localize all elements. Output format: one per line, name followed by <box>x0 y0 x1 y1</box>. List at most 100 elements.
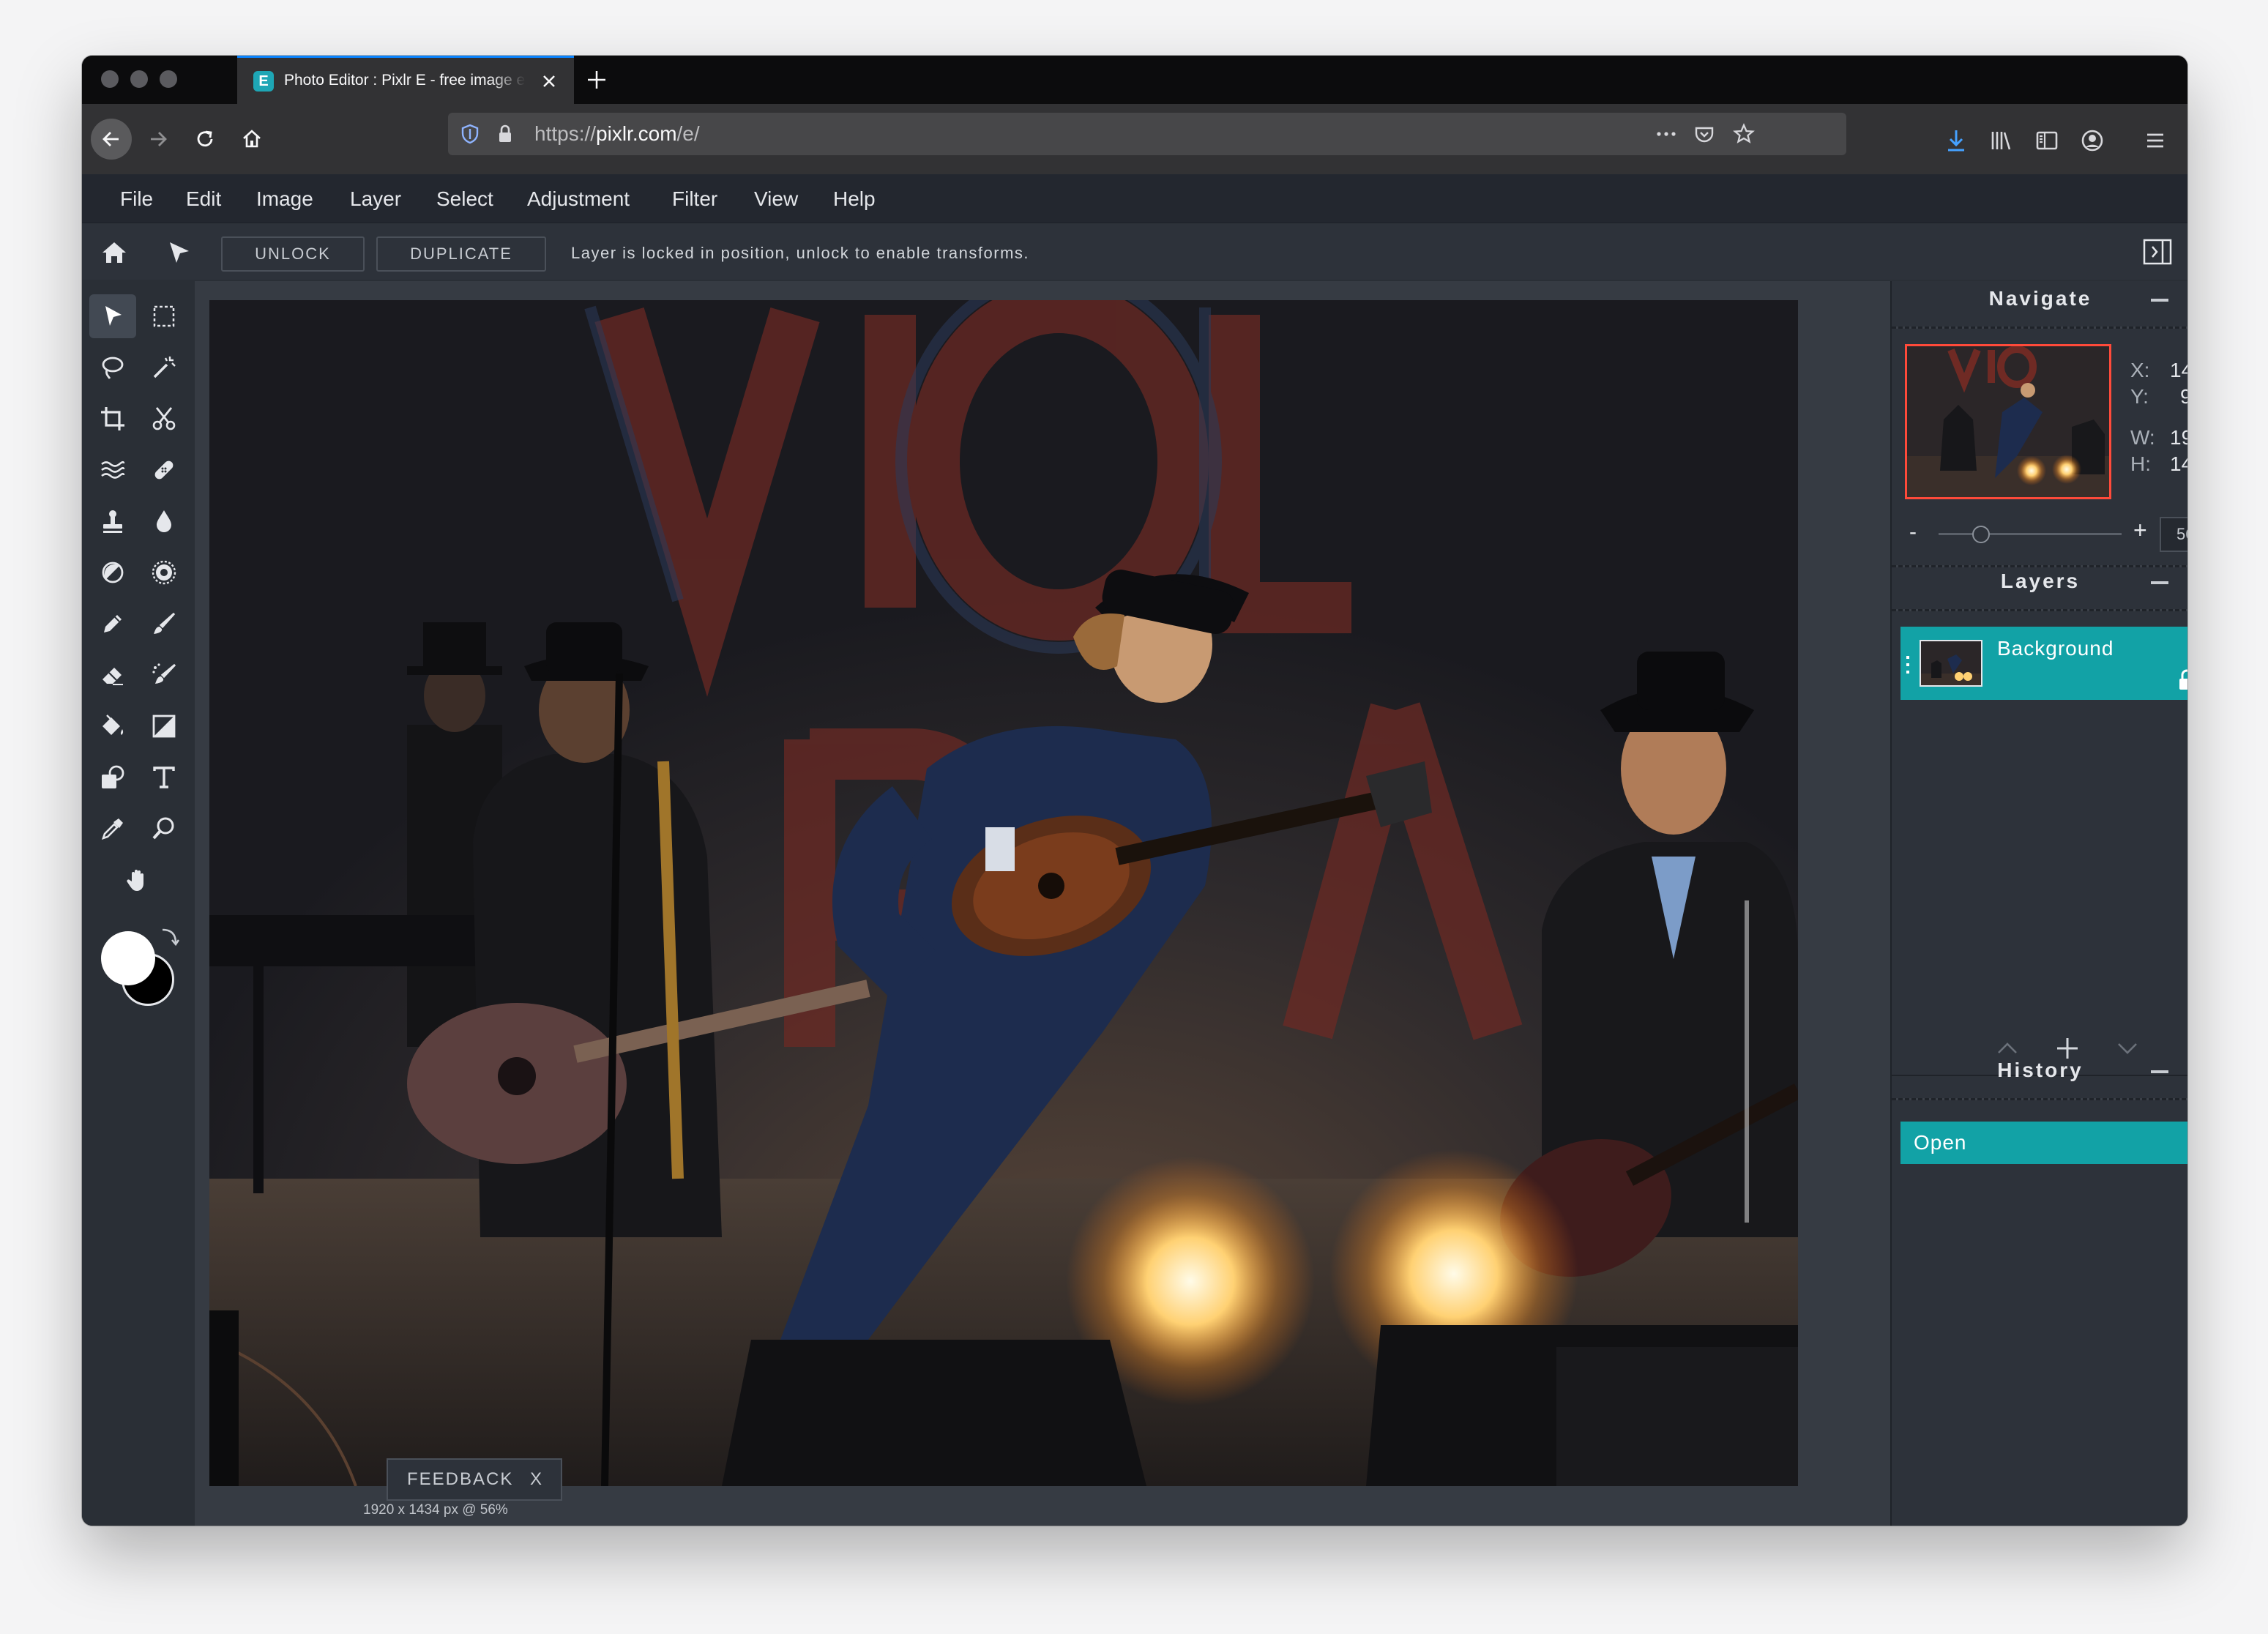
crop-icon[interactable] <box>89 397 136 441</box>
menu-filter[interactable]: Filter <box>672 187 717 211</box>
feedback-button[interactable]: FEEDBACK X <box>387 1458 562 1501</box>
lock-icon[interactable] <box>493 122 517 146</box>
history-item[interactable]: Open <box>1900 1122 2187 1164</box>
brush-icon[interactable] <box>141 602 187 646</box>
color-replace-icon[interactable] <box>141 653 187 697</box>
layers-minimize-icon[interactable] <box>2151 581 2168 584</box>
pocket-icon[interactable] <box>1693 122 1716 146</box>
maximize-window-button[interactable] <box>160 70 177 88</box>
layer-name: Background <box>1997 637 2114 660</box>
clone-stamp-icon[interactable] <box>89 499 136 543</box>
menu-bar: File Edit Image Layer Select Adjustment … <box>82 174 2187 223</box>
minimize-window-button[interactable] <box>130 70 148 88</box>
menu-file[interactable]: File <box>120 187 153 211</box>
panel-divider <box>1892 609 2187 611</box>
tracking-protection-shield-icon[interactable] <box>458 122 482 146</box>
pencil-icon[interactable] <box>89 602 136 646</box>
right-panel: Navigate X: 1436 Y: <box>1890 281 2187 1526</box>
tab-close-icon[interactable] <box>537 70 561 93</box>
hand-icon[interactable] <box>114 858 161 902</box>
x-value: 1436 <box>2170 359 2187 381</box>
cutout-scissors-icon[interactable] <box>141 397 187 441</box>
panel-divider <box>1892 565 2187 567</box>
fill-bucket-icon[interactable] <box>89 704 136 748</box>
duplicate-button[interactable]: DUPLICATE <box>376 236 546 272</box>
unlock-button[interactable]: UNLOCK <box>221 236 365 272</box>
menu-select[interactable]: Select <box>436 187 493 211</box>
downloads-icon[interactable] <box>1943 127 1969 154</box>
bookmark-star-icon[interactable] <box>1732 122 1756 146</box>
swap-colors-icon[interactable] <box>157 925 180 949</box>
menu-image[interactable]: Image <box>256 187 313 211</box>
account-icon[interactable] <box>2079 127 2105 154</box>
zoom-slider-handle[interactable] <box>1972 526 1990 543</box>
options-message: Layer is locked in position, unlock to e… <box>571 244 1030 262</box>
home-button[interactable] <box>231 119 272 160</box>
menu-layer[interactable]: Layer <box>350 187 401 211</box>
heal-bandage-icon[interactable] <box>141 448 187 492</box>
new-tab-button[interactable] <box>580 63 613 97</box>
layer-thumbnail <box>1920 640 1982 687</box>
layer-item[interactable]: Background <box>1900 627 2187 700</box>
layer-lock-icon[interactable] <box>2177 669 2187 691</box>
navigate-minimize-icon[interactable] <box>2151 299 2168 302</box>
sidebar-icon[interactable] <box>2034 127 2060 154</box>
zoom-level-field[interactable]: 56% <box>2160 517 2187 552</box>
eraser-icon[interactable] <box>89 653 136 697</box>
arrange-tool-button[interactable] <box>89 294 136 338</box>
drag-handle-icon[interactable] <box>1906 652 1909 674</box>
url-text: https://pixlr.com/e/ <box>534 122 700 145</box>
arrange-tool-icon <box>161 235 196 270</box>
y-value: 998 <box>2180 385 2187 408</box>
browser-window: E Photo Editor : Pixlr E - free image ed… <box>82 56 2187 1526</box>
w-value: 1920 <box>2170 426 2187 449</box>
url-bar[interactable]: https://pixlr.com/e/ <box>448 113 1846 155</box>
move-layer-up-icon[interactable] <box>1994 1035 2021 1062</box>
toggle-panels-icon[interactable] <box>2142 236 2173 267</box>
close-window-button[interactable] <box>101 70 119 88</box>
panel-divider <box>1892 1098 2187 1100</box>
zoom-out-button[interactable]: - <box>1909 520 1917 545</box>
navigator-thumbnail[interactable] <box>1905 344 2111 499</box>
library-icon[interactable] <box>1988 127 2015 154</box>
browser-toolbar: https://pixlr.com/e/ <box>82 104 2187 174</box>
forward-button[interactable] <box>138 119 179 160</box>
reload-button[interactable] <box>184 119 225 160</box>
feedback-close-icon[interactable]: X <box>530 1460 543 1499</box>
blur-drop-icon[interactable] <box>141 499 187 543</box>
lasso-select-icon[interactable] <box>89 346 136 389</box>
zoom-icon[interactable] <box>141 807 187 851</box>
pixlr-editor: File Edit Image Layer Select Adjustment … <box>82 174 2187 1526</box>
shape-icon[interactable] <box>89 756 136 799</box>
browser-tab[interactable]: E Photo Editor : Pixlr E - free image ed… <box>237 56 574 104</box>
home-icon[interactable] <box>97 235 132 270</box>
foreground-color-swatch[interactable] <box>101 931 155 985</box>
canvas-photo[interactable] <box>209 300 1798 1486</box>
zoom-in-button[interactable]: + <box>2133 517 2147 544</box>
text-icon[interactable] <box>141 756 187 799</box>
canvas-area[interactable]: FEEDBACK X 1920 x 1434 px @ 56% <box>195 281 1890 1526</box>
magic-wand-icon[interactable] <box>141 346 187 389</box>
gradient-icon[interactable] <box>141 704 187 748</box>
history-title: History <box>1997 1059 2084 1081</box>
panel-divider <box>1892 327 2187 329</box>
x-label: X: <box>2130 359 2150 381</box>
layers-title: Layers <box>2000 570 2081 592</box>
page-actions-icon[interactable] <box>1655 122 1678 146</box>
marquee-select-icon[interactable] <box>141 294 187 338</box>
move-layer-down-icon[interactable] <box>2114 1035 2141 1062</box>
history-minimize-icon[interactable] <box>2151 1070 2168 1073</box>
back-button[interactable] <box>91 119 132 160</box>
color-picker-icon[interactable] <box>89 807 136 851</box>
hamburger-menu-icon[interactable] <box>2142 127 2168 154</box>
menu-adjustment[interactable]: Adjustment <box>527 187 630 211</box>
dodge-burn-icon[interactable] <box>89 551 136 594</box>
zoom-slider-track[interactable] <box>1939 533 2122 535</box>
sponge-icon[interactable] <box>141 551 187 594</box>
h-label: H: <box>2130 452 2151 475</box>
menu-view[interactable]: View <box>754 187 798 211</box>
menu-help[interactable]: Help <box>833 187 876 211</box>
menu-edit[interactable]: Edit <box>186 187 221 211</box>
tab-strip: E Photo Editor : Pixlr E - free image ed… <box>82 56 2187 104</box>
liquify-icon[interactable] <box>89 448 136 492</box>
